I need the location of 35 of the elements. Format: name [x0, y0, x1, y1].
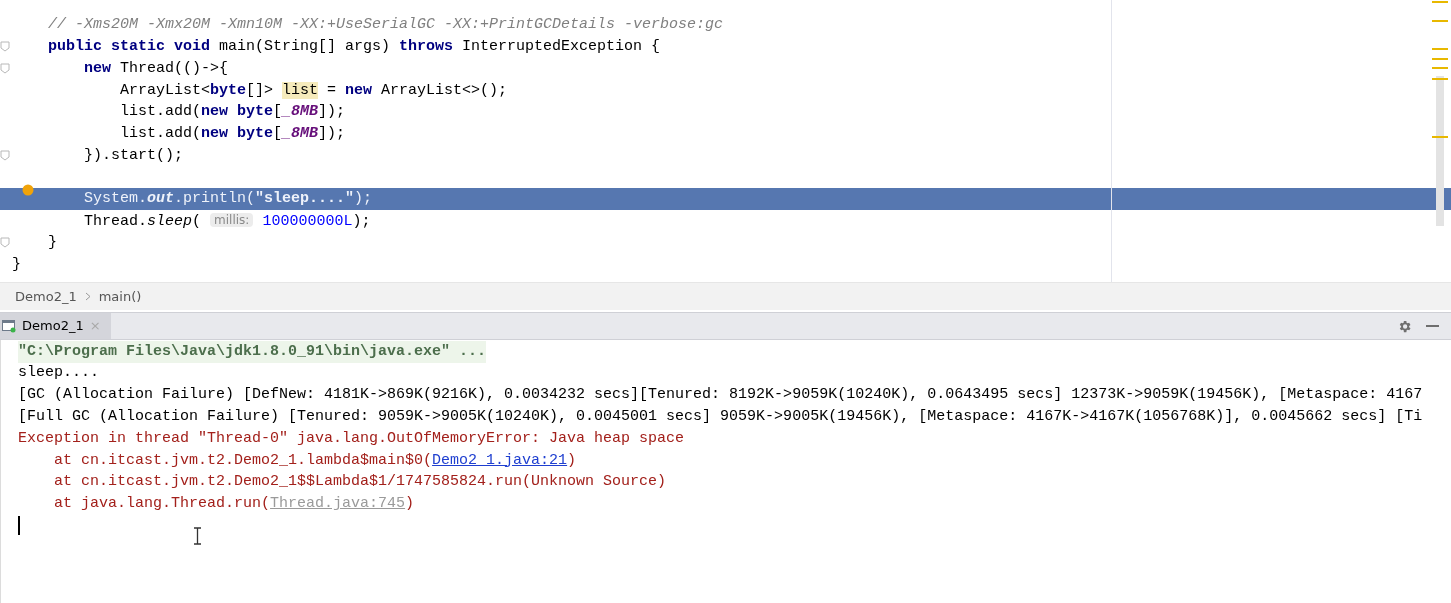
console-line: at cn.itcast.jvm.t2.Demo2_1.lambda$main$0(Demo2_1.java:21) — [53, 450, 577, 471]
chevron-right-icon — [84, 292, 91, 301]
console-line: at cn.itcast.jvm.t2.Demo2_1$$Lambda$1/1747585824.run(Unknown Source) — [53, 472, 667, 493]
code-line: // -Xms20M -Xmx20M -Xmn10M -XX:+UseSerialGC -XX:+PrintGCDetails -verbose:gc — [48, 15, 724, 36]
run-tab[interactable]: Demo2_1 × — [0, 313, 111, 339]
console-line: [Full GC (Allocation Failure) [Tenured: 9059K->9005K(10240K), 0.0045001 secs] 9059K->9005K(19456K), [Metaspace: 4167K->4167K(1056768K)], 0.0045662 secs] [Ti — [18, 407, 1423, 428]
text-cursor — [18, 516, 20, 536]
error-stripe-drawing[interactable] — [1432, 0, 1448, 228]
code-line: new Thread(()->{ — [84, 58, 229, 79]
breakpoint-icon[interactable] — [22, 184, 34, 196]
console-line: at java.lang.Thread.run(Thread.java:745) — [53, 494, 415, 515]
code-line: ArrayList<byte[]> list = new ArrayList<>(); — [120, 80, 508, 101]
code-line: public static void main(String[] args) throws InterruptedException { — [48, 37, 661, 58]
console-line: sleep.... — [18, 363, 99, 384]
parameter-hint: millis: — [210, 212, 254, 227]
console-icon — [2, 319, 16, 333]
text-cursor-icon — [193, 527, 202, 545]
console-line: Exception in thread "Thread-0" java.lang.OutOfMemoryError: Java heap space — [18, 428, 685, 449]
fold-marker-icon[interactable] — [0, 40, 10, 52]
code-line: Thread.sleep( millis: 100000000L); — [84, 211, 371, 232]
breadcrumb-item[interactable]: main() — [98, 286, 142, 307]
settings-icon[interactable] — [1397, 318, 1412, 334]
breadcrumb-item[interactable]: Demo2_1 — [15, 286, 77, 307]
code-line: } — [12, 254, 21, 275]
source-link[interactable]: Demo2_1.java:21 — [432, 451, 568, 469]
code-line: list.add(new byte[_8MB]); — [120, 102, 346, 123]
code-line: }).start(); — [84, 145, 184, 166]
fold-marker-icon[interactable] — [0, 236, 10, 248]
console-line: [GC (Allocation Failure) [DefNew: 4181K->869K(9216K), 0.0034232 secs][Tenured: 8192K->9059K(10240K), 0.0643495 secs] 12373K->9059K(19456K), [Metaspace: 4167 — [18, 385, 1423, 406]
code-line: } — [48, 232, 57, 253]
code-line: list.add(new byte[_8MB]); — [120, 124, 346, 145]
code-line: System.out.println("sleep...."); — [84, 189, 373, 210]
fold-marker-icon[interactable] — [0, 62, 10, 74]
fold-marker-icon[interactable] — [0, 149, 10, 161]
minimize-icon[interactable] — [1426, 324, 1439, 328]
